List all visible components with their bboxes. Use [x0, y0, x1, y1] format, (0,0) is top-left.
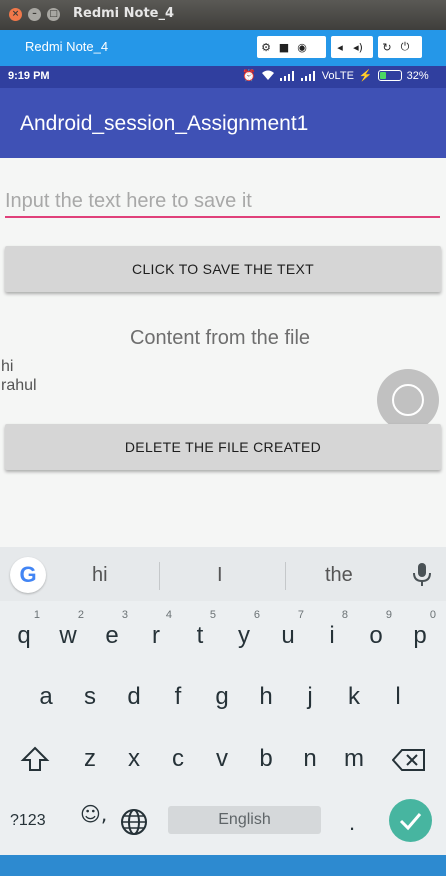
key-c[interactable]: c: [156, 745, 200, 773]
window-maximize-button[interactable]: □: [47, 8, 60, 21]
status-time: 9:19 PM: [8, 70, 50, 82]
key-q[interactable]: q1: [2, 609, 46, 650]
gear-icon[interactable]: ⚙: [257, 41, 275, 54]
suggestion-3[interactable]: the: [325, 564, 353, 587]
key-z[interactable]: z: [68, 745, 112, 773]
volume-down-icon[interactable]: ◂: [331, 41, 349, 54]
assistive-touch-button[interactable]: [377, 369, 439, 431]
signal-icon: [279, 70, 294, 81]
microphone-icon[interactable]: [410, 562, 434, 588]
file-content-text: hi rahul: [1, 358, 37, 394]
key-g[interactable]: g: [200, 683, 244, 711]
key-k[interactable]: k: [332, 683, 376, 711]
globe-icon[interactable]: [118, 806, 150, 838]
rotate-icon[interactable]: ↻: [378, 41, 396, 54]
key-o[interactable]: o9: [354, 609, 398, 650]
key-v[interactable]: v: [200, 745, 244, 773]
volume-up-icon[interactable]: ◂): [349, 41, 367, 54]
key-u[interactable]: u7: [266, 609, 310, 650]
content-label: Content from the file: [129, 327, 311, 349]
signal-icon-2: [300, 70, 315, 81]
period-key[interactable]: .: [349, 810, 355, 836]
key-p[interactable]: p0: [398, 609, 442, 650]
app-title: Android_session_Assignment1: [20, 112, 309, 135]
charging-icon: ⚡: [358, 70, 373, 82]
status-icons: ⏰ VoLTE ⚡ 32%: [242, 69, 429, 83]
symbols-key[interactable]: ?123: [10, 812, 46, 830]
window-title: Redmi Note_4: [73, 6, 175, 21]
wifi-icon: [261, 70, 274, 80]
key-f[interactable]: f: [156, 683, 200, 711]
battery-icon: [377, 70, 402, 81]
delete-file-button[interactable]: DELETE THE FILE CREATED: [5, 424, 441, 470]
key-e[interactable]: e3: [90, 609, 134, 650]
suggestion-divider: [285, 562, 286, 590]
key-a[interactable]: a: [24, 683, 68, 711]
key-n[interactable]: n: [288, 745, 332, 773]
key-m[interactable]: m: [332, 745, 376, 773]
key-t[interactable]: t5: [178, 609, 222, 650]
enter-key[interactable]: [389, 799, 432, 842]
toolbar-volume-group: ◂ ◂): [331, 36, 373, 58]
alarm-icon: ⏰: [242, 70, 256, 82]
key-s[interactable]: s: [68, 683, 112, 711]
window-minimize-button[interactable]: –: [28, 8, 41, 21]
power-icon[interactable]: ⏻: [396, 40, 414, 54]
suggestion-1[interactable]: hi: [92, 564, 108, 587]
device-name: Redmi Note_4: [25, 39, 109, 54]
backspace-key-icon[interactable]: [392, 748, 426, 772]
suggestion-bar: [0, 547, 446, 601]
text-input[interactable]: [5, 186, 440, 218]
key-x[interactable]: x: [112, 745, 156, 773]
suggestion-2[interactable]: I: [217, 564, 223, 587]
key-y[interactable]: y6: [222, 609, 266, 650]
battery-level-fill: [379, 72, 386, 79]
key-d[interactable]: d: [112, 683, 156, 711]
key-w[interactable]: w2: [46, 609, 90, 650]
battery-percent: 32%: [406, 69, 429, 82]
window-close-button[interactable]: ×: [9, 8, 22, 21]
checkmark-icon: [399, 813, 422, 831]
key-i[interactable]: i8: [310, 609, 354, 650]
key-r[interactable]: r4: [134, 609, 178, 650]
key-h[interactable]: h: [244, 683, 288, 711]
google-logo-icon[interactable]: G: [10, 557, 46, 593]
key-b[interactable]: b: [244, 745, 288, 773]
camera-icon[interactable]: ◉: [293, 41, 311, 54]
video-camera-icon[interactable]: ■: [275, 41, 293, 54]
navigation-bar: [0, 855, 446, 876]
key-j[interactable]: j: [288, 683, 332, 711]
emoji-comma-key[interactable]: ☺,: [80, 802, 107, 826]
key-l[interactable]: l: [376, 683, 420, 711]
save-text-button[interactable]: CLICK TO SAVE THE TEXT: [5, 246, 441, 292]
toolbar-power-group: ↻ ⏻: [378, 36, 422, 58]
space-bar[interactable]: English: [168, 806, 321, 834]
window-title-bar: [0, 0, 446, 30]
suggestion-divider: [159, 562, 160, 590]
shift-key-icon[interactable]: [20, 745, 50, 773]
toolbar-media-group: ⚙ ■ ◉: [257, 36, 326, 58]
network-type: VoLTE: [321, 69, 354, 82]
